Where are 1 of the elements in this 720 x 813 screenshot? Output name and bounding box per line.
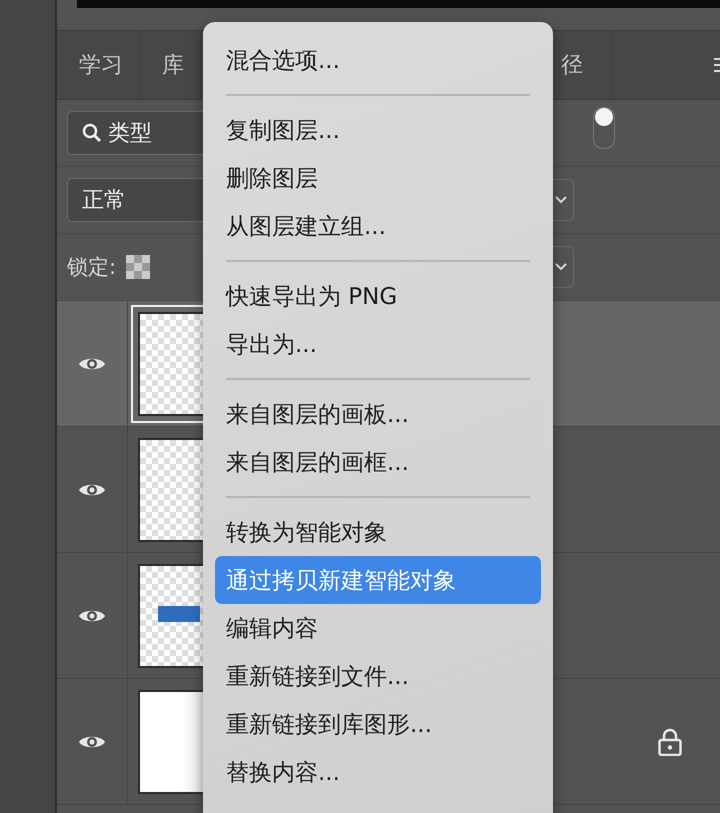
- lock-label: 锁定:: [67, 254, 116, 281]
